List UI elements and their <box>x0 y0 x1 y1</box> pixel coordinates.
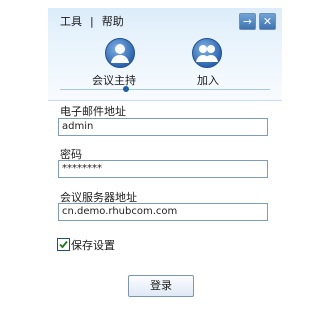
single-user-icon[interactable] <box>105 38 135 68</box>
menu-separator: | <box>90 15 94 28</box>
check-icon <box>59 240 68 249</box>
close-icon[interactable]: ✕ <box>259 13 276 30</box>
arrow-icon[interactable]: → <box>239 13 256 30</box>
header-area: 工具 | 帮助 → ✕ 会议主持 加入 <box>48 8 282 101</box>
save-settings-label[interactable]: 保存设置 <box>71 237 115 253</box>
tab-selected-dot <box>123 86 129 92</box>
email-label: 电子邮件地址 <box>60 105 126 118</box>
server-field[interactable]: cn.demo.rhubcom.com <box>58 203 268 221</box>
login-button[interactable]: 登录 <box>128 275 194 297</box>
save-settings-checkbox[interactable] <box>57 238 70 251</box>
email-field[interactable]: admin <box>58 118 268 136</box>
menu-bar: 工具 | 帮助 <box>60 13 124 29</box>
password-field[interactable]: ******** <box>58 160 268 178</box>
menu-tools[interactable]: 工具 <box>60 15 82 28</box>
group-users-icon[interactable] <box>192 38 222 68</box>
menu-help[interactable]: 帮助 <box>102 15 124 28</box>
tab-host-label[interactable]: 会议主持 <box>92 72 136 88</box>
login-panel: 工具 | 帮助 → ✕ 会议主持 加入 电子邮件地址 admin 密码 ******… <box>48 8 282 308</box>
tab-indicator-line <box>60 89 270 90</box>
tab-join-label[interactable]: 加入 <box>197 72 219 88</box>
